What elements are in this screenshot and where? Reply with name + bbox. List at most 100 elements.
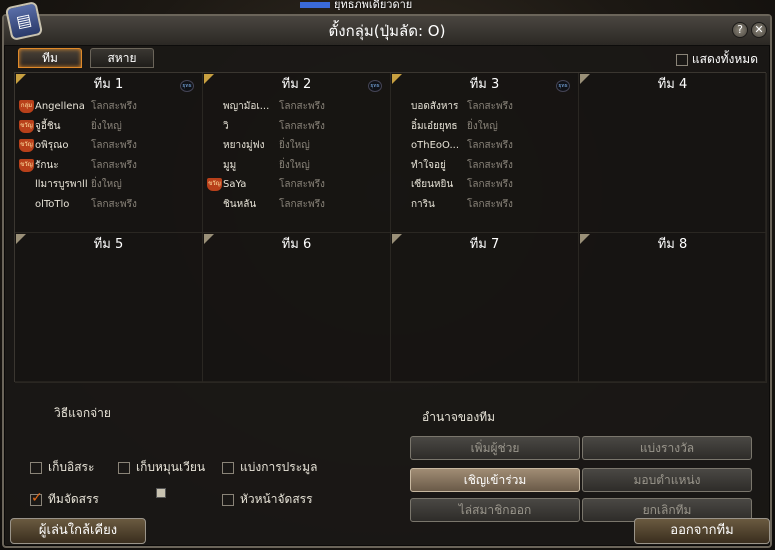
corner-marker-icon: [392, 234, 402, 244]
team-member-row[interactable]: อิ๋มเอ๋ยยุทธ ยิ่งใหญ่: [391, 117, 578, 137]
free-loot-checkbox[interactable]: [30, 461, 42, 474]
member-server: โลกสะพรึง: [279, 101, 325, 112]
member-server: โลกสะพรึง: [467, 198, 513, 210]
member-server: โลกสะพรึง: [279, 179, 325, 190]
team-member-row[interactable]: ชินหลัน โลกสะพรึง: [203, 195, 390, 215]
member-name: เซียนหยิน: [411, 179, 454, 190]
option-auction[interactable]: แบ่งการประมูล: [222, 458, 317, 477]
nearby-players-button[interactable]: ผู้เล่นใกล้เคียง: [10, 518, 146, 544]
member-name: บอดสังหาร: [411, 101, 459, 112]
team-header: ทีม 7: [391, 233, 578, 257]
round-robin-label: เก็บหมุนเวียน: [136, 460, 206, 474]
member-server: โลกสะพรึง: [467, 101, 513, 112]
team-member-row[interactable]: ทำใจอยู่ โลกสะพรึง: [391, 156, 578, 176]
team-name: ทีม 2: [281, 77, 312, 92]
team-panel[interactable]: ทีม 8: [579, 233, 767, 383]
member-server: ยิ่งใหญ่: [91, 179, 122, 190]
team-member-row[interactable]: ขวัญ SaYa โลกสะพรึง: [203, 175, 390, 195]
kick-member-button[interactable]: ไล่สมาชิกออก: [410, 498, 580, 522]
member-name: llมารบูรพาll: [35, 179, 88, 190]
member-name: พญามัอเ...: [223, 101, 270, 112]
team-name: ทีม 4: [657, 77, 688, 92]
member-name: oพิรุณo: [35, 140, 69, 151]
help-icon[interactable]: ?: [732, 22, 748, 38]
team-settings-panel: วิธีแจกจ่าย เก็บอิสระ เก็บหมุนเวียน แบ่ง…: [14, 384, 766, 524]
show-all-checkbox[interactable]: [676, 53, 689, 66]
free-loot-label: เก็บอิสระ: [48, 460, 95, 474]
member-name: การิน: [411, 198, 435, 210]
show-all-label: แสดงทั้งหมด: [691, 52, 758, 66]
team-panel[interactable]: ทีม 1 ยุทธ กลุ่ม Angellena โลกสะพรึง ขวัญ จูอี…: [15, 73, 203, 233]
team-member-row[interactable]: ขวัญ รักนะ โลกสะพรึง: [15, 156, 202, 176]
team-member-row[interactable]: ขวัญ oพิรุณo โลกสะพรึง: [15, 136, 202, 156]
team-member-row[interactable]: บอดสังหาร โลกสะพรึง: [391, 97, 578, 117]
leave-team-button[interactable]: ออกจากทีม: [634, 518, 770, 544]
member-name: olToTlo: [35, 198, 70, 210]
window-titlebar[interactable]: ตั้งกลุ่ม(ปุ่มลัด: O): [4, 16, 770, 46]
team-member-row[interactable]: กลุ่ม Angellena โลกสะพรึง: [15, 97, 202, 117]
member-server: ยิ่งใหญ่: [467, 120, 498, 132]
team-member-row[interactable]: olToTlo โลกสะพรึง: [15, 195, 202, 215]
team-name: ทีม 3: [469, 77, 500, 92]
option-team-allocate[interactable]: ทีมจัดสรร: [30, 490, 99, 509]
leader-allocate-checkbox[interactable]: [222, 493, 234, 506]
option-round-robin[interactable]: เก็บหมุนเวียน: [118, 458, 205, 477]
member-server: โลกสะพรึง: [91, 101, 137, 112]
rank-ribbon-icon: ขวัญ: [19, 139, 34, 152]
team-member-row[interactable]: เซียนหยิน โลกสะพรึง: [391, 175, 578, 195]
team-panel[interactable]: ทีม 5: [15, 233, 203, 383]
auction-label: แบ่งการประมูล: [240, 460, 318, 474]
rank-ribbon-icon: ขวัญ: [207, 178, 222, 191]
team-panel[interactable]: ทีม 6: [203, 233, 391, 383]
member-server: โลกสะพรึง: [467, 140, 513, 151]
round-robin-checkbox[interactable]: [118, 461, 130, 474]
team-panel[interactable]: ทีม 2 ยุทธ พญามัอเ... โลกสะพรึง วิ โลกสะพรึงห…: [203, 73, 391, 233]
rank-ribbon-icon: กลุ่ม: [19, 100, 34, 113]
member-name: ชินหลัน: [223, 198, 257, 210]
member-name: Angellena: [35, 101, 85, 112]
team-header: ทีม 1 ยุทธ: [15, 73, 202, 97]
team-panel[interactable]: ทีม 3 ยุทธ บอดสังหาร โลกสะพรึง อิ๋มเอ๋ยยุทธย…: [391, 73, 579, 233]
team-member-row[interactable]: การิน โลกสะพรึง: [391, 195, 578, 215]
corner-marker-icon: [204, 74, 214, 84]
team-panel[interactable]: ทีม 4: [579, 73, 767, 233]
member-server: โลกสะพรึง: [91, 159, 137, 171]
tab-friends[interactable]: สหาย: [90, 48, 154, 68]
team-member-row[interactable]: วิ โลกสะพรึง: [203, 117, 390, 137]
assign-position-button[interactable]: มอบตำแหน่ง: [582, 468, 752, 492]
corner-marker-icon: [16, 74, 26, 84]
status-bar: [300, 2, 330, 8]
team-member-row[interactable]: llมารบูรพาll ยิ่งใหญ่: [15, 175, 202, 195]
auction-checkbox[interactable]: [222, 461, 234, 474]
member-name: SaYa: [223, 179, 247, 190]
member-server: โลกสะพรึง: [279, 198, 325, 210]
show-all-toggle[interactable]: แสดงทั้งหมด: [676, 50, 758, 69]
allocate-settings-icon[interactable]: [156, 488, 166, 498]
share-reward-button[interactable]: แบ่งรางวัล: [582, 436, 752, 460]
teams-grid: ทีม 1 ยุทธ กลุ่ม Angellena โลกสะพรึง ขวัญ จูอี…: [14, 72, 767, 383]
team-member-row[interactable]: พญามัอเ... โลกสะพรึง: [203, 97, 390, 117]
corner-marker-icon: [580, 234, 590, 244]
tab-team[interactable]: ทีม: [18, 48, 82, 68]
team-name: ทีม 6: [281, 237, 312, 252]
option-free-loot[interactable]: เก็บอิสระ: [30, 458, 94, 477]
team-header: ทีม 6: [203, 233, 390, 257]
team-member-row[interactable]: มูมู ยิ่งใหญ่: [203, 156, 390, 176]
team-header: ทีม 5: [15, 233, 202, 257]
team-allocate-checkbox[interactable]: [30, 490, 43, 506]
close-icon[interactable]: ✕: [751, 22, 767, 38]
team-panel[interactable]: ทีม 7: [391, 233, 579, 383]
team-member-row[interactable]: ขวัญ จูอี้ชิน ยิ่งใหญ่: [15, 117, 202, 137]
add-assistant-button[interactable]: เพิ่มผู้ช่วย: [410, 436, 580, 460]
team-member-row[interactable]: oThEoO... โลกสะพรึง: [391, 136, 578, 156]
member-server: ยิ่งใหญ่: [279, 140, 310, 151]
corner-marker-icon: [392, 74, 402, 84]
rank-ribbon-icon: ขวัญ: [19, 158, 34, 172]
member-server: โลกสะพรึง: [467, 159, 513, 171]
window-title: ตั้งกลุ่ม(ปุ่มลัด: O): [328, 22, 446, 40]
book-icon: ▤: [4, 1, 44, 41]
member-name: อิ๋มเอ๋ยยุทธ: [411, 120, 458, 132]
invite-button[interactable]: เชิญเข้าร่วม: [410, 468, 580, 492]
option-leader-allocate[interactable]: หัวหน้าจัดสรร: [222, 490, 313, 509]
team-member-row[interactable]: หยางมู่ฟง ยิ่งใหญ่: [203, 136, 390, 156]
